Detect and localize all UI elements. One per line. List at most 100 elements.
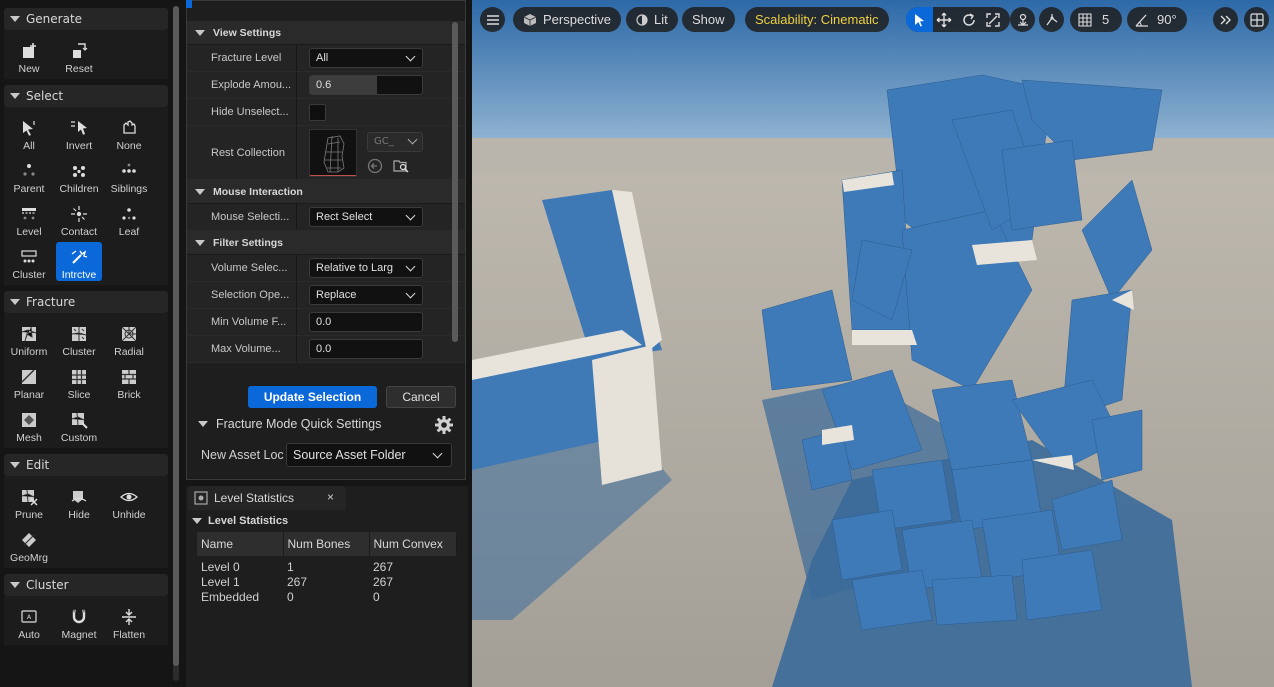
explode-amount-slider[interactable]: 0.6 bbox=[309, 75, 423, 95]
volume-select-dropdown[interactable]: Relative to Larg bbox=[309, 258, 423, 278]
table-row[interactable]: Embedded 0 0 bbox=[197, 590, 457, 605]
tool-unhide-button[interactable]: Unhide bbox=[106, 482, 152, 521]
tool-geomrg-button[interactable]: GeoMrg bbox=[6, 525, 52, 564]
collapse-arrow-icon bbox=[195, 29, 205, 36]
surface-snap-button[interactable] bbox=[1010, 7, 1035, 32]
asset-picker-dropdown[interactable]: GC_ bbox=[367, 131, 423, 152]
tool-brick-button[interactable]: Brick bbox=[106, 362, 152, 401]
tool-planar-button[interactable]: Planar bbox=[6, 362, 52, 401]
tool-contact-button[interactable]: Contact bbox=[56, 199, 102, 238]
table-row[interactable]: Level 1 267 267 bbox=[197, 575, 457, 590]
tool-label: Uniform bbox=[10, 346, 48, 358]
update-selection-button[interactable]: Update Selection bbox=[248, 386, 377, 408]
tool-uniform-button[interactable]: Uniform bbox=[6, 319, 52, 358]
hide-unselected-checkbox[interactable] bbox=[309, 103, 326, 121]
tool-label: Cluster bbox=[12, 269, 46, 281]
rotate-icon[interactable] bbox=[961, 12, 977, 28]
asset-thumbnail[interactable] bbox=[309, 128, 357, 177]
select-all-icon bbox=[23, 121, 35, 136]
details-scrollbar[interactable] bbox=[452, 22, 458, 342]
min-volume-input[interactable]: 0.0 bbox=[309, 312, 423, 332]
quick-settings-header[interactable]: Fracture Mode Quick Settings bbox=[192, 412, 460, 436]
section-header[interactable]: Select bbox=[4, 85, 168, 107]
tool-label: Mesh bbox=[16, 432, 42, 444]
scale-icon[interactable] bbox=[985, 12, 1001, 28]
new-icon bbox=[23, 43, 36, 58]
column-header[interactable]: Num Convex bbox=[369, 532, 457, 556]
tool-custom-button[interactable]: Custom bbox=[56, 405, 102, 444]
property-label: Hide Unselect... bbox=[187, 99, 297, 125]
section-header[interactable]: Fracture bbox=[4, 291, 168, 313]
tool-label: Cluster bbox=[62, 346, 96, 358]
tool-level-button[interactable]: Level bbox=[6, 199, 52, 238]
flatten-icon bbox=[122, 609, 136, 625]
browse-icon[interactable] bbox=[393, 158, 409, 174]
category-mouse-interaction[interactable]: Mouse Interaction bbox=[187, 180, 465, 204]
viewport-menu-button[interactable] bbox=[480, 7, 505, 32]
lit-button[interactable]: Lit bbox=[626, 7, 678, 32]
layout-button[interactable] bbox=[1244, 7, 1269, 32]
property-label: Selection Ope... bbox=[187, 282, 297, 308]
tool-mesh-button[interactable]: Mesh bbox=[6, 405, 52, 444]
palette-scrollbar[interactable] bbox=[173, 6, 179, 681]
tool-hide-button[interactable]: Hide bbox=[56, 482, 102, 521]
contact-icon bbox=[71, 206, 87, 222]
column-header[interactable]: Num Bones bbox=[283, 532, 370, 556]
category-label: Filter Settings bbox=[213, 236, 284, 249]
tool-cluster-button[interactable]: Cluster bbox=[6, 242, 52, 281]
table-row[interactable]: Level 0 1 267 bbox=[197, 560, 457, 575]
tool-slice-button[interactable]: Slice bbox=[56, 362, 102, 401]
tool-magnet-button[interactable]: Magnet bbox=[56, 602, 102, 641]
angle-snap-button[interactable]: 90° bbox=[1127, 7, 1187, 32]
tool-reset-button[interactable]: Reset bbox=[56, 36, 102, 75]
section-header[interactable]: Cluster bbox=[4, 574, 168, 596]
gear-icon[interactable] bbox=[434, 415, 454, 435]
tool-new-button[interactable]: New bbox=[6, 36, 52, 75]
use-selected-icon[interactable] bbox=[367, 158, 383, 174]
fracture-level-dropdown[interactable]: All bbox=[309, 48, 423, 68]
tool-auto-button[interactable]: A Auto bbox=[6, 602, 52, 641]
grid-snap-button[interactable]: 5 bbox=[1070, 7, 1122, 32]
show-button[interactable]: Show bbox=[682, 7, 735, 32]
min-volume-row: Min Volume F... 0.0 bbox=[187, 309, 465, 336]
tool-flatten-button[interactable]: Flatten bbox=[106, 602, 152, 641]
column-header[interactable]: Name bbox=[197, 532, 284, 556]
dropdown-value: Replace bbox=[316, 289, 357, 301]
level-statistics-header[interactable]: Level Statistics bbox=[192, 512, 288, 530]
tool-invert-button[interactable]: Invert bbox=[56, 113, 102, 152]
section-header[interactable]: Generate bbox=[4, 8, 168, 30]
tool-intrctve-button[interactable]: Intrctve bbox=[56, 242, 102, 281]
close-icon[interactable]: × bbox=[327, 490, 334, 504]
cell: 0 bbox=[287, 590, 294, 604]
tool-prune-button[interactable]: Prune bbox=[6, 482, 52, 521]
tool-siblings-button[interactable]: Siblings bbox=[106, 156, 152, 195]
level-viewport[interactable]: Perspective Lit Show Scalability: Cinema… bbox=[472, 0, 1274, 687]
cell: 267 bbox=[287, 575, 308, 589]
mouse-selection-dropdown[interactable]: Rect Select bbox=[309, 207, 423, 227]
tool-label: Parent bbox=[13, 183, 45, 195]
tool-children-button[interactable]: Children bbox=[56, 156, 102, 195]
category-filter-settings[interactable]: Filter Settings bbox=[187, 231, 465, 255]
max-volume-input[interactable]: 0.0 bbox=[309, 339, 423, 359]
tool-radial-button[interactable]: Radial bbox=[106, 319, 152, 358]
tool-none-button[interactable]: None bbox=[106, 113, 152, 152]
selection-operation-dropdown[interactable]: Replace bbox=[309, 285, 423, 305]
tab-level-statistics[interactable]: Level Statistics × bbox=[188, 486, 346, 510]
tool-all-button[interactable]: All bbox=[6, 113, 52, 152]
perspective-button[interactable]: Perspective bbox=[513, 7, 621, 32]
select-mode-button[interactable] bbox=[906, 7, 933, 32]
tool-cluster-button[interactable]: Cluster bbox=[56, 319, 102, 358]
section-header[interactable]: Edit bbox=[4, 454, 168, 476]
scalability-button[interactable]: Scalability: Cinematic bbox=[745, 7, 889, 32]
chevron-down-icon bbox=[405, 51, 416, 61]
move-icon[interactable] bbox=[936, 12, 952, 28]
cancel-button[interactable]: Cancel bbox=[386, 386, 456, 408]
category-view-settings[interactable]: View Settings bbox=[187, 21, 465, 45]
tool-leaf-button[interactable]: Leaf bbox=[106, 199, 152, 238]
dropdown-value: Source Asset Folder bbox=[293, 448, 406, 462]
world-local-button[interactable] bbox=[1039, 7, 1064, 32]
siblings-icon bbox=[122, 163, 136, 173]
tool-parent-button[interactable]: Parent bbox=[6, 156, 52, 195]
expand-toolbar-button[interactable] bbox=[1213, 7, 1238, 32]
new-asset-location-dropdown[interactable]: Source Asset Folder bbox=[286, 443, 452, 467]
